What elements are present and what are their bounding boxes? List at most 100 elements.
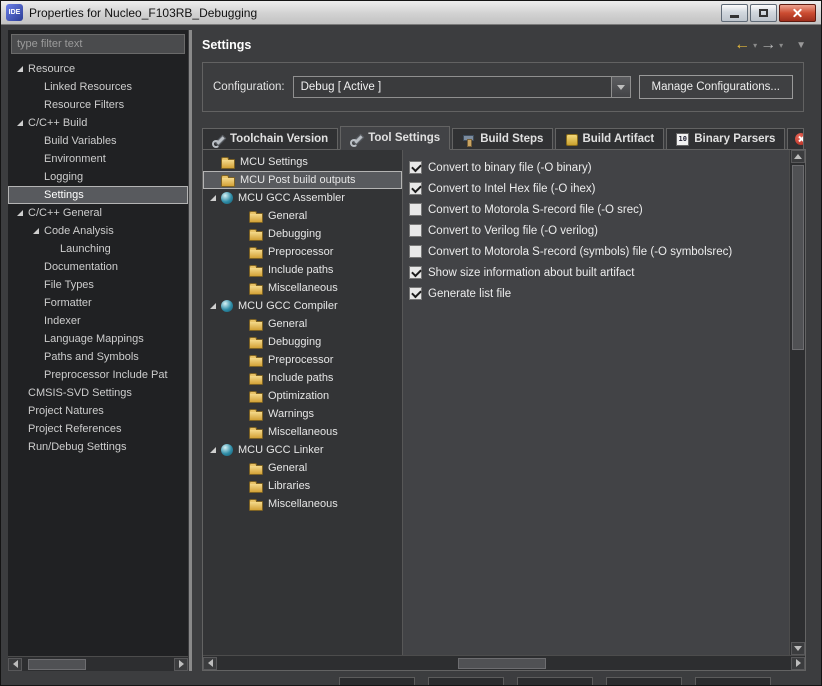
partial-button[interactable] bbox=[606, 677, 682, 685]
sidebar-item-preprocessor-include-pat[interactable]: Preprocessor Include Pat bbox=[8, 366, 188, 384]
scroll-right-button[interactable] bbox=[791, 656, 805, 670]
view-menu-icon[interactable]: ▼ bbox=[796, 40, 806, 51]
scroll-up-button[interactable] bbox=[790, 150, 805, 163]
sidebar-item-settings[interactable]: Settings bbox=[8, 186, 188, 204]
sidebar-item-formatter[interactable]: Formatter bbox=[8, 294, 188, 312]
sidebar-item-file-types[interactable]: File Types bbox=[8, 276, 188, 294]
scroll-thumb[interactable] bbox=[458, 657, 547, 669]
tab-error[interactable] bbox=[787, 128, 804, 149]
expand-arrow-icon[interactable] bbox=[33, 228, 39, 234]
tab-toolchain-version[interactable]: Toolchain Version bbox=[202, 128, 339, 149]
expand-arrow-icon[interactable] bbox=[210, 195, 216, 201]
expand-arrow-icon[interactable] bbox=[210, 447, 216, 453]
partial-button[interactable] bbox=[695, 677, 771, 685]
sidebar-item-code-analysis[interactable]: Code Analysis bbox=[8, 222, 188, 240]
tool-tree-item-miscellaneous[interactable]: Miscellaneous bbox=[203, 423, 402, 441]
option-convert-to-motorola-s-record-file-o-srec[interactable]: Convert to Motorola S-record file (-O sr… bbox=[409, 199, 783, 220]
tab-tool-settings[interactable]: Tool Settings bbox=[340, 126, 451, 150]
scroll-down-button[interactable] bbox=[790, 642, 805, 655]
titlebar[interactable]: IDE Properties for Nucleo_F103RB_Debuggi… bbox=[1, 1, 821, 25]
forward-dropdown-icon[interactable]: ▾ bbox=[779, 41, 783, 50]
scroll-thumb[interactable] bbox=[791, 165, 804, 350]
close-button[interactable] bbox=[779, 3, 816, 22]
manage-configurations-button[interactable]: Manage Configurations... bbox=[638, 75, 793, 99]
sidebar-item-project-natures[interactable]: Project Natures bbox=[8, 402, 188, 420]
sidebar-item-c-c-general[interactable]: C/C++ General bbox=[8, 204, 188, 222]
tool-tree-item-warnings[interactable]: Warnings bbox=[203, 405, 402, 423]
minimize-button[interactable] bbox=[721, 3, 748, 22]
sidebar-item-build-variables[interactable]: Build Variables bbox=[8, 132, 188, 150]
option-generate-list-file[interactable]: Generate list file bbox=[409, 283, 783, 304]
partial-button[interactable] bbox=[339, 677, 415, 685]
checkbox-show-size-information-about-built-artifact[interactable] bbox=[409, 266, 422, 279]
tool-tree-item-libraries[interactable]: Libraries bbox=[203, 477, 402, 495]
scroll-left-button[interactable] bbox=[203, 656, 217, 670]
tab-build-steps[interactable]: Build Steps bbox=[452, 128, 554, 149]
scroll-track[interactable] bbox=[790, 163, 805, 642]
tool-tree-item-optimization[interactable]: Optimization bbox=[203, 387, 402, 405]
sidebar-item-paths-and-symbols[interactable]: Paths and Symbols bbox=[8, 348, 188, 366]
scroll-right-button[interactable] bbox=[174, 657, 188, 671]
option-convert-to-motorola-s-record-symbols-file-o-symbolsrec[interactable]: Convert to Motorola S-record (symbols) f… bbox=[409, 241, 783, 262]
sidebar-item-indexer[interactable]: Indexer bbox=[8, 312, 188, 330]
partial-button[interactable] bbox=[428, 677, 504, 685]
tool-tree-item-preprocessor[interactable]: Preprocessor bbox=[203, 243, 402, 261]
expand-arrow-icon[interactable] bbox=[17, 120, 23, 126]
sidebar-item-resource[interactable]: Resource bbox=[8, 60, 188, 78]
checkbox-convert-to-intel-hex-file-o-ihex[interactable] bbox=[409, 182, 422, 195]
tool-tree-item-general[interactable]: General bbox=[203, 207, 402, 225]
checkbox-generate-list-file[interactable] bbox=[409, 287, 422, 300]
checkbox-convert-to-binary-file-o-binary[interactable] bbox=[409, 161, 422, 174]
back-dropdown-icon[interactable]: ▾ bbox=[753, 41, 757, 50]
option-convert-to-binary-file-o-binary[interactable]: Convert to binary file (-O binary) bbox=[409, 157, 783, 178]
sidebar-hscrollbar[interactable] bbox=[8, 656, 188, 671]
checkbox-convert-to-verilog-file-o-verilog[interactable] bbox=[409, 224, 422, 237]
sidebar-item-project-references[interactable]: Project References bbox=[8, 420, 188, 438]
expand-arrow-icon[interactable] bbox=[210, 303, 216, 309]
tool-tree-item-general[interactable]: General bbox=[203, 315, 402, 333]
tab-binary-parsers[interactable]: Binary Parsers bbox=[666, 128, 786, 149]
tool-tree-item-include-paths[interactable]: Include paths bbox=[203, 261, 402, 279]
checkbox-convert-to-motorola-s-record-file-o-srec[interactable] bbox=[409, 203, 422, 216]
content-hscrollbar[interactable] bbox=[203, 655, 805, 670]
sidebar-item-launching[interactable]: Launching bbox=[8, 240, 188, 258]
tab-build-artifact[interactable]: Build Artifact bbox=[555, 128, 665, 149]
tool-tree-item-debugging[interactable]: Debugging bbox=[203, 225, 402, 243]
maximize-button[interactable] bbox=[750, 3, 777, 22]
configuration-select[interactable]: Debug [ Active ] bbox=[292, 76, 631, 98]
checkbox-convert-to-motorola-s-record-symbols-file-o-symbolsrec[interactable] bbox=[409, 245, 422, 258]
tool-tree-item-mcu-settings[interactable]: MCU Settings bbox=[203, 153, 402, 171]
sidebar-item-documentation[interactable]: Documentation bbox=[8, 258, 188, 276]
expand-arrow-icon[interactable] bbox=[17, 210, 23, 216]
back-arrow-icon[interactable]: ← bbox=[734, 37, 750, 53]
sidebar-item-resource-filters[interactable]: Resource Filters bbox=[8, 96, 188, 114]
sidebar-item-cmsis-svd-settings[interactable]: CMSIS-SVD Settings bbox=[8, 384, 188, 402]
tool-tree-item-debugging[interactable]: Debugging bbox=[203, 333, 402, 351]
sidebar-item-c-c-build[interactable]: C/C++ Build bbox=[8, 114, 188, 132]
scroll-track[interactable] bbox=[22, 657, 174, 671]
tool-tree-item-miscellaneous[interactable]: Miscellaneous bbox=[203, 279, 402, 297]
tool-tree-item-preprocessor[interactable]: Preprocessor bbox=[203, 351, 402, 369]
tool-tree-item-miscellaneous[interactable]: Miscellaneous bbox=[203, 495, 402, 513]
scroll-thumb[interactable] bbox=[28, 658, 86, 670]
filter-input[interactable] bbox=[11, 34, 185, 54]
tool-tree-item-general[interactable]: General bbox=[203, 459, 402, 477]
tool-tree-item-mcu-gcc-assembler[interactable]: MCU GCC Assembler bbox=[203, 189, 402, 207]
sidebar-item-linked-resources[interactable]: Linked Resources bbox=[8, 78, 188, 96]
sidebar-item-environment[interactable]: Environment bbox=[8, 150, 188, 168]
option-show-size-information-about-built-artifact[interactable]: Show size information about built artifa… bbox=[409, 262, 783, 283]
combo-dropdown-button[interactable] bbox=[610, 77, 630, 97]
expand-arrow-icon[interactable] bbox=[17, 66, 23, 72]
tool-tree-item-mcu-gcc-compiler[interactable]: MCU GCC Compiler bbox=[203, 297, 402, 315]
partial-button[interactable] bbox=[517, 677, 593, 685]
sidebar-item-language-mappings[interactable]: Language Mappings bbox=[8, 330, 188, 348]
scroll-track[interactable] bbox=[217, 656, 791, 670]
scroll-left-button[interactable] bbox=[8, 657, 22, 671]
forward-arrow-icon[interactable]: → bbox=[760, 37, 776, 53]
tool-tree-item-mcu-post-build-outputs[interactable]: MCU Post build outputs bbox=[203, 171, 402, 189]
option-convert-to-verilog-file-o-verilog[interactable]: Convert to Verilog file (-O verilog) bbox=[409, 220, 783, 241]
sidebar-item-run-debug-settings[interactable]: Run/Debug Settings bbox=[8, 438, 188, 456]
option-convert-to-intel-hex-file-o-ihex[interactable]: Convert to Intel Hex file (-O ihex) bbox=[409, 178, 783, 199]
tool-tree-item-mcu-gcc-linker[interactable]: MCU GCC Linker bbox=[203, 441, 402, 459]
content-vscrollbar[interactable] bbox=[789, 150, 805, 655]
